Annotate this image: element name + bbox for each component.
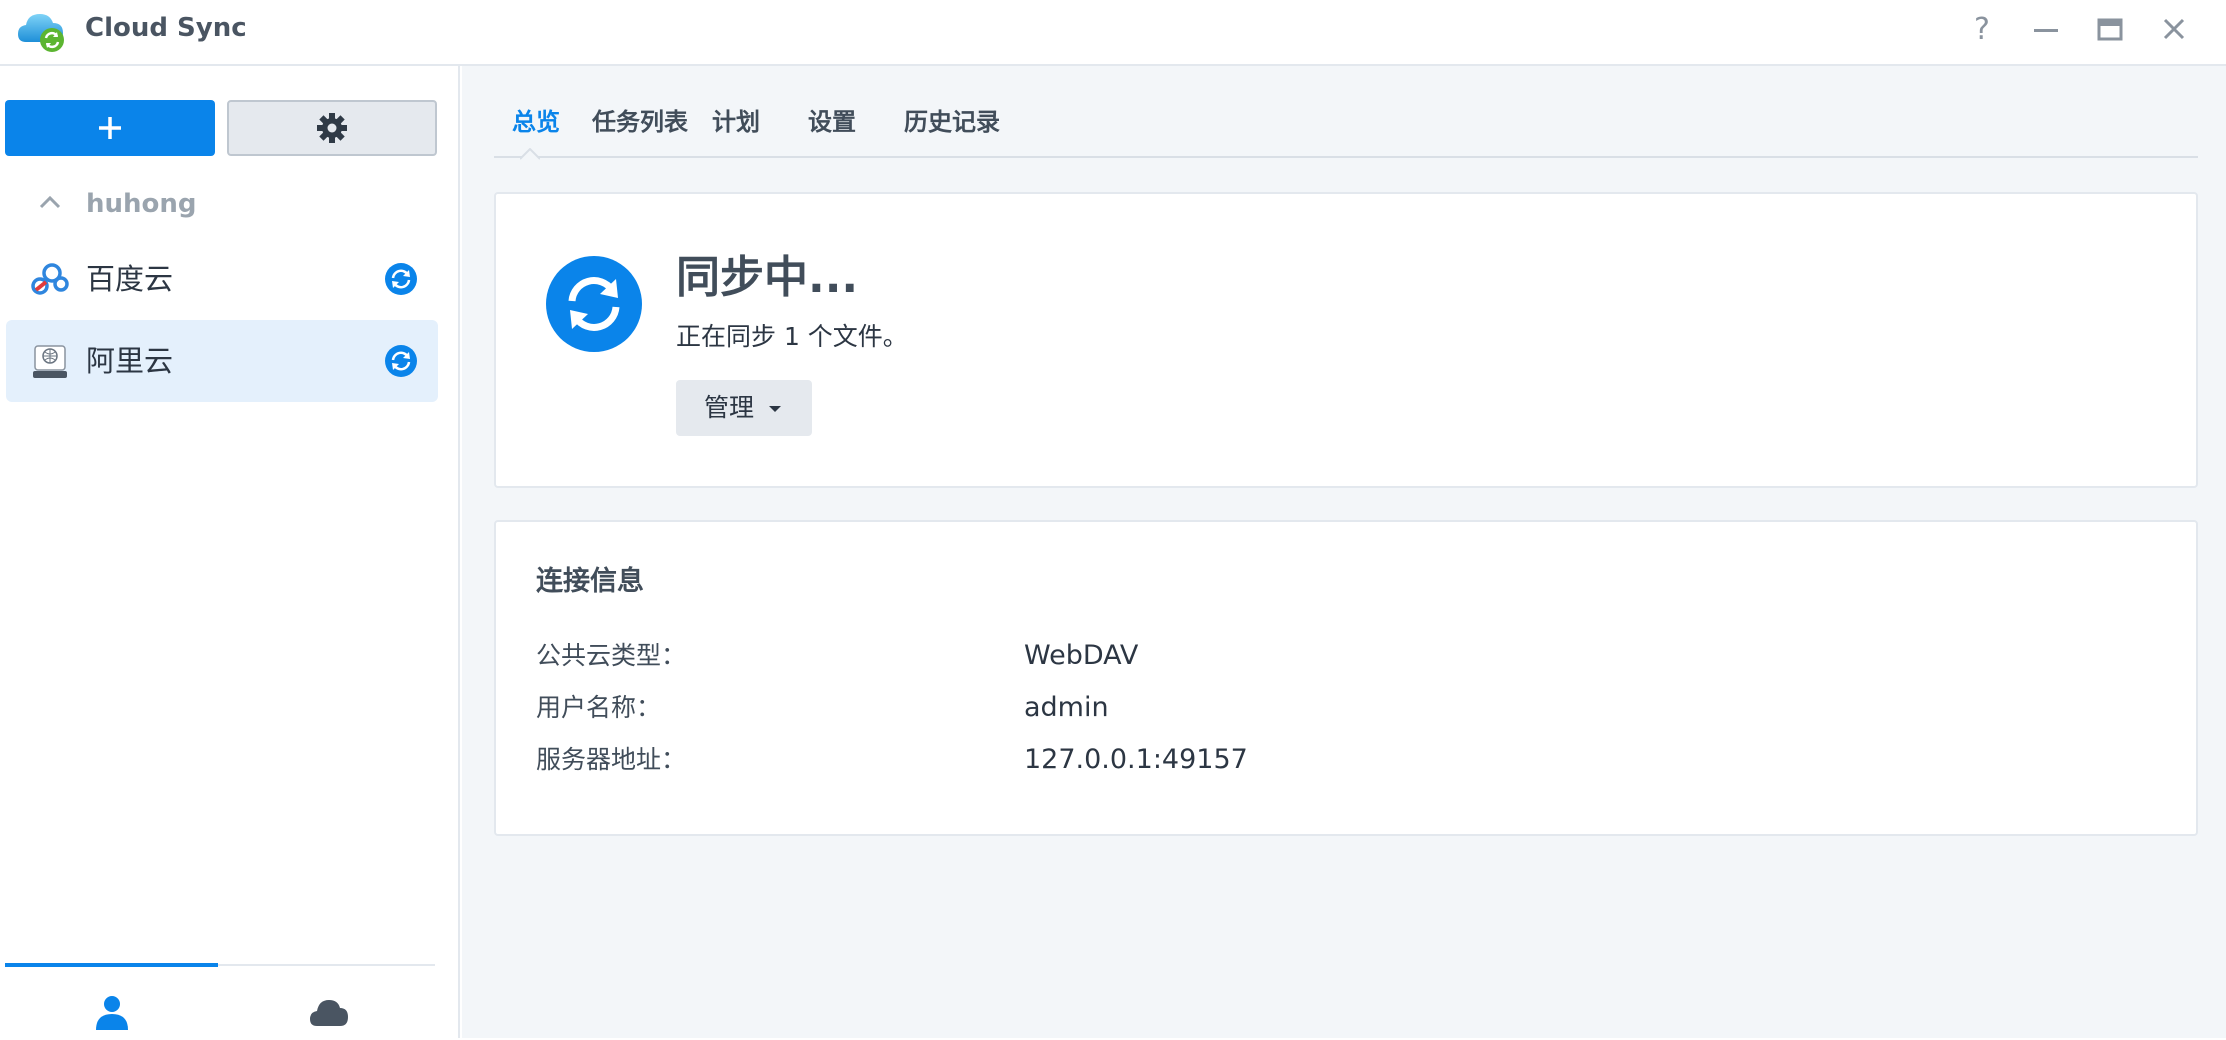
plus-icon <box>99 117 121 139</box>
sync-status-title: 同步中... <box>676 252 859 303</box>
app-title: Cloud Sync <box>85 13 247 43</box>
sidebar: huhong 百度云 阿里云 <box>0 66 460 1038</box>
info-row-server-address: 服务器地址： 127.0.0.1:49157 <box>536 742 2136 782</box>
active-tab-caret <box>520 148 540 160</box>
sidebar-item-aliyun[interactable]: 阿里云 <box>6 320 438 402</box>
info-key: 公共云类型： <box>536 641 687 670</box>
sidebar-bottom-tabs <box>5 963 435 1040</box>
tab-overview[interactable]: 总览 <box>512 106 560 138</box>
gear-icon <box>317 113 347 143</box>
info-key: 服务器地址： <box>536 745 687 774</box>
maximize-button[interactable] <box>2090 12 2130 48</box>
chevron-up-icon <box>39 195 61 209</box>
sync-status-icon <box>544 254 644 354</box>
user-icon <box>95 996 128 1030</box>
tab-task-list[interactable]: 任务列表 <box>592 106 688 138</box>
connection-info-title: 连接信息 <box>536 566 644 597</box>
webdav-server-icon <box>30 344 70 380</box>
sidebar-item-label: 百度云 <box>86 262 174 296</box>
sidebar-item-baidu-cloud[interactable]: 百度云 <box>6 238 438 320</box>
minimize-button[interactable] <box>2026 12 2066 48</box>
sidebar-item-label: 阿里云 <box>86 344 174 378</box>
info-value: WebDAV <box>1024 640 1139 671</box>
tab-schedule[interactable]: 计划 <box>712 106 760 138</box>
add-task-button[interactable] <box>5 100 215 156</box>
close-icon <box>2163 18 2185 40</box>
sync-status-card: 同步中... 正在同步 1 个文件。 管理 <box>494 192 2198 488</box>
caret-down-icon <box>769 406 781 412</box>
maximize-icon <box>2097 18 2123 41</box>
close-button[interactable] <box>2154 12 2194 48</box>
info-row-cloud-type: 公共云类型： WebDAV <box>536 638 2136 678</box>
syncing-icon <box>384 262 418 296</box>
info-value: 127.0.0.1:49157 <box>1024 744 1248 775</box>
info-value: admin <box>1024 692 1109 723</box>
title-bar: Cloud Sync ? <box>0 0 2226 66</box>
cloud-icon <box>309 1000 348 1026</box>
active-tab-indicator <box>5 963 218 967</box>
tab-settings[interactable]: 设置 <box>808 106 856 138</box>
tab-cloud[interactable] <box>222 980 435 1040</box>
account-name: huhong <box>86 189 197 219</box>
main-panel: 总览 任务列表 计划 设置 历史记录 同步中... 正在同步 1 个文件。 管理 <box>462 66 2226 1038</box>
account-group-header[interactable]: huhong <box>30 184 430 224</box>
info-row-username: 用户名称： admin <box>536 690 2136 730</box>
sync-status-description: 正在同步 1 个文件。 <box>676 322 908 351</box>
info-key: 用户名称： <box>536 693 662 722</box>
help-button[interactable]: ? <box>1962 12 2002 48</box>
tab-user[interactable] <box>5 980 218 1040</box>
tab-bar: 总览 任务列表 计划 设置 历史记录 <box>494 102 2198 160</box>
minimize-icon <box>2034 29 2058 32</box>
settings-button[interactable] <box>227 100 437 156</box>
baidu-cloud-icon <box>30 262 70 298</box>
manage-dropdown-button[interactable]: 管理 <box>676 380 812 436</box>
cloud-sync-logo-icon <box>16 8 68 54</box>
connection-info-card: 连接信息 公共云类型： WebDAV 用户名称： admin 服务器地址： 12… <box>494 520 2198 836</box>
tab-history[interactable]: 历史记录 <box>904 106 1000 138</box>
syncing-icon <box>384 344 418 378</box>
manage-label: 管理 <box>704 393 755 422</box>
